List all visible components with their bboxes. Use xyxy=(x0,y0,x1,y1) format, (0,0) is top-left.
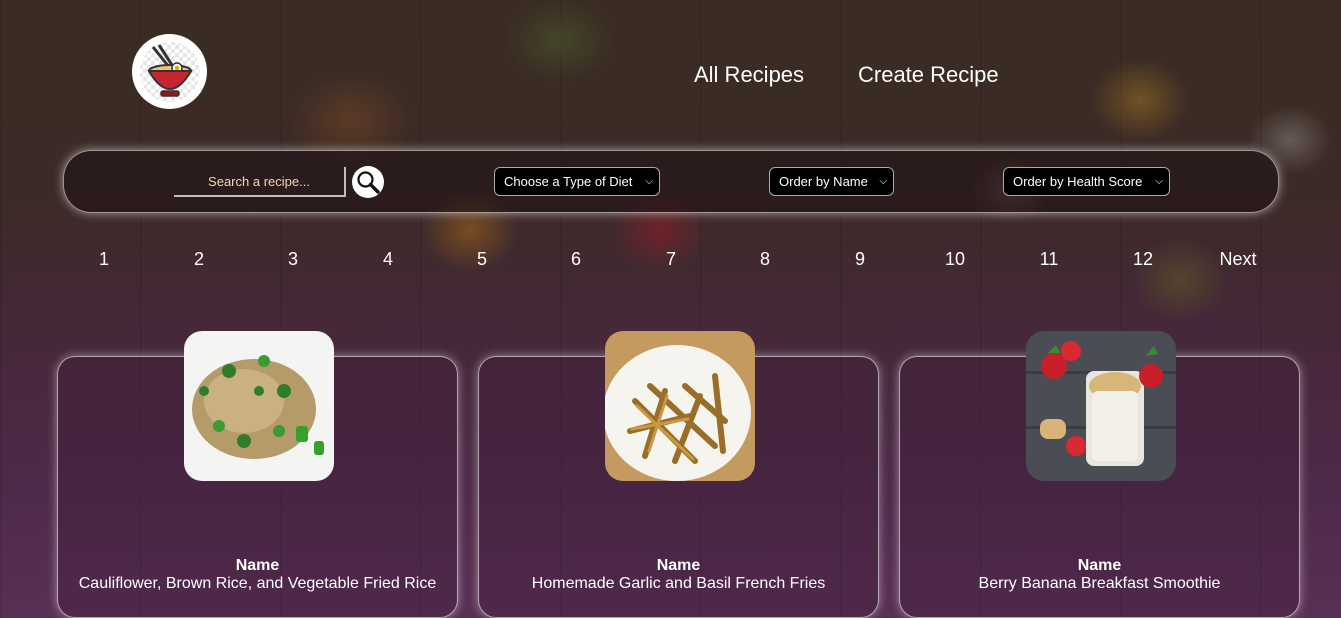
recipe-title: Berry Banana Breakfast Smoothie xyxy=(978,575,1221,592)
recipe-name-label: Name xyxy=(1077,557,1122,574)
page-link[interactable]: 2 xyxy=(194,249,204,270)
page-link[interactable]: 10 xyxy=(945,249,965,270)
nav-create-recipe[interactable]: Create Recipe xyxy=(858,62,999,88)
chevron-down-icon: ⌵ xyxy=(879,176,887,187)
page-link[interactable]: 6 xyxy=(571,249,581,270)
recipe-card[interactable]: Name Homemade Garlic and Basil French Fr… xyxy=(478,331,879,618)
page-link[interactable]: 4 xyxy=(383,249,393,270)
next-page-link[interactable]: Next xyxy=(1219,249,1256,270)
recipe-name-label: Name xyxy=(235,557,280,574)
recipe-card[interactable]: Name Cauliflower, Brown Rice, and Vegeta… xyxy=(57,331,458,618)
search-input[interactable] xyxy=(174,167,346,197)
page-link[interactable]: 1 xyxy=(99,249,109,270)
recipe-title: Cauliflower, Brown Rice, and Vegetable F… xyxy=(78,575,437,592)
page-link[interactable]: 3 xyxy=(288,249,298,270)
recipe-image xyxy=(605,331,755,481)
magnifier-icon xyxy=(357,171,380,194)
order-by-health-select-value: Order by Health Score xyxy=(1013,174,1143,189)
page-link[interactable]: 9 xyxy=(855,249,865,270)
order-by-health-select[interactable]: Order by Health Score ⌵ xyxy=(1003,167,1170,196)
search-button[interactable] xyxy=(352,166,384,198)
diet-type-select[interactable]: Choose a Type of Diet ⌵ xyxy=(494,167,660,196)
chevron-down-icon: ⌵ xyxy=(1155,176,1163,187)
page-link[interactable]: 12 xyxy=(1133,249,1153,270)
chevron-down-icon: ⌵ xyxy=(645,176,653,187)
recipe-image xyxy=(1026,331,1176,481)
diet-type-select-value: Choose a Type of Diet xyxy=(504,174,633,189)
recipe-title: Homemade Garlic and Basil French Fries xyxy=(531,575,826,592)
order-by-name-select-value: Order by Name xyxy=(779,174,868,189)
order-by-name-select[interactable]: Order by Name ⌵ xyxy=(769,167,894,196)
nav-all-recipes[interactable]: All Recipes xyxy=(694,62,804,88)
ramen-bowl-logo-icon[interactable] xyxy=(132,34,207,109)
recipe-name-label: Name xyxy=(656,557,701,574)
page-link[interactable]: 8 xyxy=(760,249,770,270)
recipe-card[interactable]: Name Berry Banana Breakfast Smoothie xyxy=(899,331,1300,618)
page-link[interactable]: 5 xyxy=(477,249,487,270)
page-link[interactable]: 11 xyxy=(1040,249,1059,270)
page-link[interactable]: 7 xyxy=(666,249,676,270)
recipe-image xyxy=(184,331,334,481)
